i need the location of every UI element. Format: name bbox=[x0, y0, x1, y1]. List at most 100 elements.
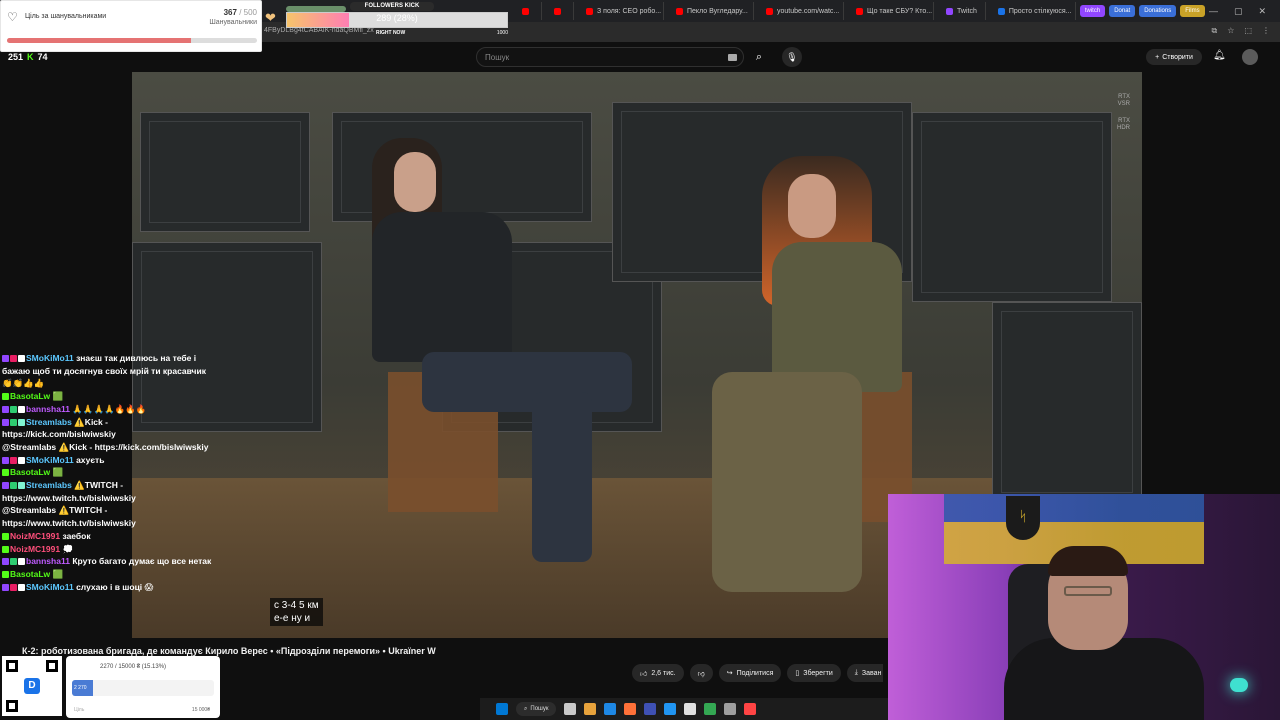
webcam-feed: ᛋ bbox=[888, 494, 1280, 720]
chat-username[interactable]: BasotaLw bbox=[10, 569, 50, 579]
close-button[interactable]: ✕ bbox=[1258, 6, 1266, 17]
browser-tab[interactable] bbox=[546, 2, 574, 20]
chat-username[interactable]: NoizMC1991 bbox=[10, 544, 60, 554]
badge-icon bbox=[2, 532, 9, 540]
kick-value: 289 (28%) bbox=[376, 13, 418, 23]
chat-message: NoizMC1991 заебок bbox=[2, 530, 217, 543]
cast-icon[interactable]: ⧉ bbox=[1212, 26, 1218, 36]
taskbar-app-icon[interactable] bbox=[744, 703, 757, 715]
download-button[interactable]: ⤓ Заван bbox=[846, 664, 883, 682]
chat-username[interactable]: bannsha11 bbox=[26, 404, 70, 414]
star-icon[interactable]: ☆ bbox=[1227, 26, 1234, 36]
chat-username[interactable]: @Streamlabs bbox=[2, 442, 56, 452]
chat-text: ⚠️Kick - https://kick.com/bislwiwskiy bbox=[58, 441, 209, 452]
badge-icon bbox=[2, 558, 9, 566]
chat-username[interactable]: Streamlabs bbox=[26, 480, 72, 490]
search-input[interactable]: Пошук bbox=[485, 53, 509, 62]
search-box[interactable]: Пошук bbox=[476, 47, 744, 67]
badge-icon bbox=[2, 418, 9, 426]
share-button[interactable]: ↪ Поділитися bbox=[718, 664, 782, 682]
qr-corner bbox=[46, 660, 58, 672]
video-actions: 👍︎ 2,6 тис. 👎︎ ↪ Поділитися ▯ Зберегти ⤓ Зав… bbox=[632, 664, 883, 682]
start-icon[interactable] bbox=[496, 703, 508, 715]
browser-tab[interactable]: Twitch bbox=[938, 2, 986, 20]
chat-message: SMoKiMo11 ахуєть bbox=[2, 454, 217, 467]
taskbar-app-icon[interactable] bbox=[564, 703, 577, 715]
bookmark-pills: twitch Donat Donations Films bbox=[1076, 5, 1205, 17]
badge-icon bbox=[2, 545, 9, 553]
save-button[interactable]: ▯ Зберегти bbox=[787, 664, 841, 682]
toolbar-icons: ⧉ ☆ ⬚ ⋮ bbox=[1212, 26, 1270, 36]
goal-unit: Шанувальники bbox=[209, 19, 257, 26]
rtx-hdr-label: RTX HDR bbox=[1117, 118, 1130, 131]
bell-icon[interactable]: 🔔︎ bbox=[1213, 50, 1226, 61]
badge-icon bbox=[10, 405, 17, 413]
tab-label: youtube.com/watc... bbox=[777, 7, 840, 15]
kick-right-now: RIGHT NOW bbox=[376, 30, 406, 36]
bookmark-pill[interactable]: Films bbox=[1180, 5, 1205, 17]
chat-username[interactable]: bannsha11 bbox=[26, 556, 70, 566]
badge-icon bbox=[2, 405, 9, 413]
dislike-button[interactable]: 👎︎ bbox=[689, 664, 713, 682]
chat-message: bannsha11 Круто багато думає що все нета… bbox=[2, 555, 217, 568]
create-label: Створити bbox=[1162, 53, 1193, 61]
thumb-up-icon: 👍︎ bbox=[640, 670, 648, 678]
taskbar-search[interactable]: ⌕ Пошук bbox=[516, 702, 557, 716]
browser-tab[interactable]: youtube.com/watc... bbox=[758, 2, 844, 20]
browser-tab[interactable] bbox=[514, 2, 542, 20]
donation-progress-fill: 2 270 bbox=[72, 680, 94, 696]
taskbar-app-icon[interactable] bbox=[584, 703, 597, 715]
menu-icon[interactable]: ⋮ bbox=[1262, 26, 1270, 36]
chat-message: bannsha11 🙏🙏🙏🙏🔥🔥🔥 bbox=[2, 403, 217, 416]
taskbar-app-icon[interactable] bbox=[624, 703, 637, 715]
taskbar-app-icon[interactable] bbox=[704, 703, 717, 715]
chat-message: SMoKiMo11 знаєш так дивлюсь на тебе і ба… bbox=[2, 352, 217, 390]
create-button[interactable]: + Створити bbox=[1146, 49, 1202, 65]
browser-tab[interactable]: Пекло Вугледару... bbox=[668, 2, 754, 20]
chat-username[interactable]: BasotaLw bbox=[10, 467, 50, 477]
taskbar-app-icon[interactable] bbox=[664, 703, 677, 715]
chat-username[interactable]: SMoKiMo11 bbox=[26, 582, 74, 592]
crate bbox=[992, 302, 1142, 502]
browser-tab[interactable]: Просто стілкуюся... bbox=[990, 2, 1076, 20]
taskbar-app-icon[interactable] bbox=[724, 703, 737, 715]
chat-message: NoizMC1991 💭 bbox=[2, 543, 217, 556]
chat-username[interactable]: SMoKiMo11 bbox=[26, 353, 74, 363]
extensions-icon[interactable]: ⬚ bbox=[1244, 26, 1252, 36]
taskbar-app-icon[interactable] bbox=[604, 703, 617, 715]
streamer-body bbox=[1004, 638, 1204, 720]
voice-search-button[interactable]: 🎙 bbox=[782, 47, 802, 67]
bookmark-pill[interactable]: Donations bbox=[1139, 5, 1177, 17]
person-shins bbox=[532, 392, 592, 562]
search-button[interactable]: ⌕ bbox=[748, 47, 770, 67]
maximize-button[interactable]: ▢ bbox=[1234, 6, 1243, 17]
tab-label: Twitch bbox=[957, 7, 977, 15]
taskbar-app-icon[interactable] bbox=[684, 703, 697, 715]
follower-goal-widget: ♡ Ціль за шанувальниками 367 / 500 Шанув… bbox=[0, 0, 262, 52]
donation-goal-widget: 2270 / 15000 ₴ (15.13%) 2 270 Ціль 15 00… bbox=[66, 656, 220, 718]
bookmark-pill[interactable]: twitch bbox=[1079, 5, 1106, 17]
chat-text: 💭 bbox=[62, 543, 74, 554]
emblem-icon: ᛋ bbox=[1006, 496, 1040, 540]
avatar[interactable] bbox=[1242, 49, 1258, 65]
keyboard-icon[interactable] bbox=[728, 54, 737, 61]
chat-username[interactable]: BasotaLw bbox=[10, 391, 50, 401]
like-button[interactable]: 👍︎ 2,6 тис. bbox=[632, 664, 684, 682]
taskbar-app-icon[interactable] bbox=[644, 703, 657, 715]
thumb-down-icon: 👎︎ bbox=[697, 670, 705, 678]
chat-message: Streamlabs ⚠️Kick - https://kick.com/bis… bbox=[2, 416, 217, 441]
chat-username[interactable]: @Streamlabs bbox=[2, 505, 56, 515]
badge-icon bbox=[18, 418, 25, 426]
window-controls: — ▢ ✕ bbox=[1209, 6, 1280, 17]
badge-icon bbox=[18, 558, 25, 566]
browser-tab[interactable]: Що таке СБУ? Кто... bbox=[848, 2, 934, 20]
chat-username[interactable]: NoizMC1991 bbox=[10, 531, 60, 541]
badge-icon bbox=[10, 558, 17, 566]
bookmark-pill[interactable]: Donat bbox=[1109, 5, 1136, 17]
chat-username[interactable]: Streamlabs bbox=[26, 417, 72, 427]
minimize-button[interactable]: — bbox=[1209, 6, 1218, 17]
chat-message: BasotaLw 🟩 bbox=[2, 466, 217, 479]
browser-tab[interactable]: З поля: CEO робо... bbox=[578, 2, 664, 20]
badge-icon bbox=[18, 355, 25, 362]
chat-username[interactable]: SMoKiMo11 bbox=[26, 455, 74, 465]
